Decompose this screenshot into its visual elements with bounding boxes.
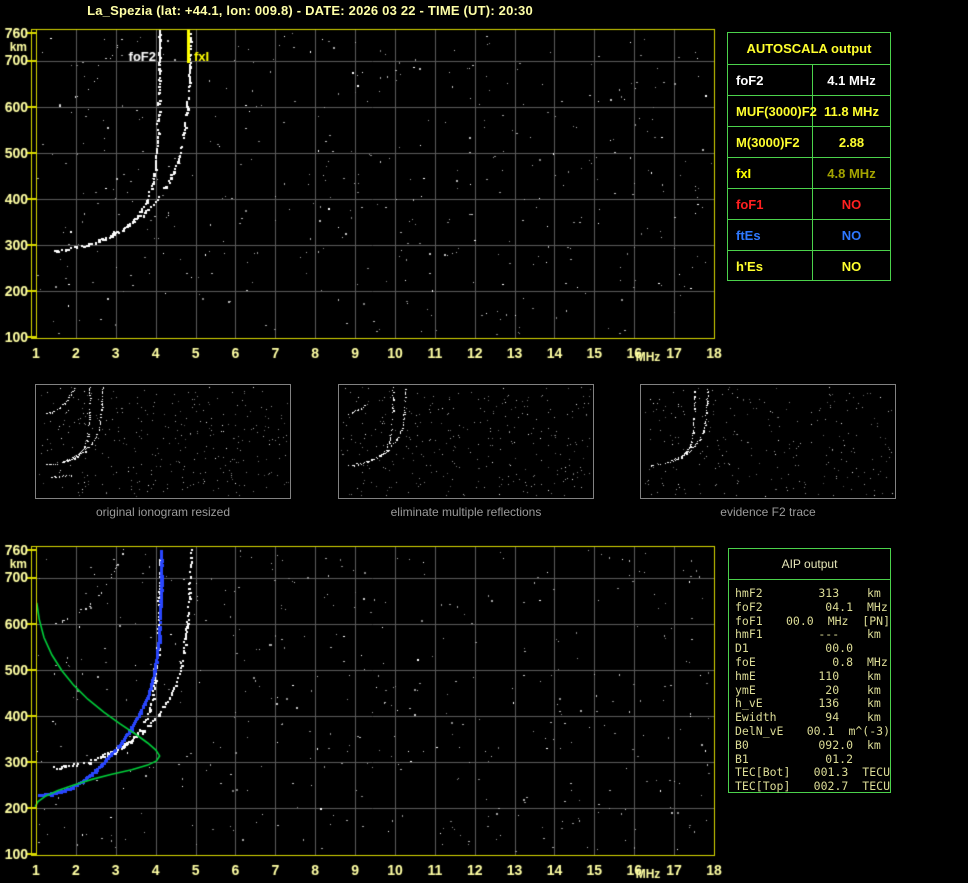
autoscala-table-title: AUTOSCALA output: [746, 41, 872, 56]
table-row: ymE 20 km: [735, 682, 890, 698]
thumbnail-original-ionogram: [35, 384, 291, 499]
table-row: B1 01.2: [735, 751, 890, 767]
row-label: fxI: [728, 158, 813, 188]
row-unit: TECU: [862, 779, 890, 794]
row-unit: [853, 753, 867, 767]
page-title: La_Spezia (lat: +44.1, lon: 009.8) - DAT…: [87, 3, 533, 18]
row-value: ---: [818, 627, 853, 642]
row-label: foE: [735, 654, 756, 669]
thumbnail-evidence-f2-trace: [640, 384, 896, 499]
row-unit: km: [867, 627, 881, 642]
row-unit: TECU: [862, 765, 890, 780]
autoscala-screen: { "header": { "title": "La_Spezia (lat: …: [0, 0, 968, 883]
thumbnail-caption-evidence: evidence F2 trace: [720, 505, 816, 519]
row-unit: km: [867, 710, 881, 725]
table-row: TEC[Top] 002.7 TECU: [735, 779, 890, 794]
table-row: D1 00.0: [735, 641, 890, 656]
row-unit: MHz: [867, 599, 888, 614]
row-label: Ewidth: [735, 710, 777, 725]
row-unit: km: [867, 737, 881, 752]
table-row: foE 0.8 MHz: [735, 654, 890, 670]
row-unit: [853, 642, 867, 656]
thumbnail-caption-original: original ionogram resized: [95, 505, 231, 519]
autoscala-table-rows: foF2 4.1 MHz MUF(3000)F2 11.8 MHz M(3000)F2 2…: [728, 64, 890, 281]
row-value: 136: [818, 696, 853, 711]
row-value: 0.8: [832, 654, 853, 669]
row-value: 00.0: [825, 641, 853, 656]
row-unit: MHz [PN]: [827, 613, 890, 628]
row-label: hmF1: [735, 627, 763, 642]
row-value: 313: [818, 586, 853, 600]
row-value: NO: [841, 258, 862, 274]
aip-table: AIP output hmF2 313 km foF2 04.1 MHz foF1 00.0…: [728, 548, 891, 793]
table-row: foF2 4.1 MHz: [728, 64, 890, 95]
row-unit: m^(-3): [848, 723, 890, 738]
row-value: NO: [841, 227, 862, 243]
row-value: 04.1: [825, 599, 853, 614]
table-row: foF1 NO: [728, 188, 890, 219]
row-label: foF1: [735, 613, 763, 628]
thumbnail-eliminate-reflections: [338, 384, 594, 499]
table-row: DelN_vE 00.1 m^(-3): [735, 723, 890, 739]
row-unit: km: [867, 682, 881, 697]
row-unit: km: [867, 696, 881, 711]
row-value: 20: [825, 682, 853, 697]
row-label: D1: [735, 641, 749, 656]
row-value: 092.0: [818, 737, 853, 752]
row-value: 4.8 MHz: [827, 165, 876, 181]
table-row: foF1 00.0 MHz [PN]: [735, 613, 890, 629]
row-label: hmE: [735, 668, 756, 683]
bottom-ionogram-chart: [0, 542, 730, 883]
table-row: hmF2 313 km: [735, 586, 890, 601]
table-row: fxI 4.8 MHz: [728, 157, 890, 188]
row-label: ymE: [735, 682, 756, 697]
row-value: 4.1 MHz: [827, 72, 876, 88]
row-unit: km: [867, 668, 881, 683]
table-row: TEC[Bot] 001.3 TECU: [735, 766, 890, 780]
top-ionogram-chart: [0, 25, 730, 375]
table-row: ftEs NO: [728, 219, 890, 250]
row-label: TEC[Top]: [735, 779, 791, 794]
row-label: DelN_vE: [735, 723, 784, 738]
table-row: h_vE 136 km: [735, 697, 890, 711]
table-row: MUF(3000)F2 11.8 MHz: [728, 95, 890, 126]
row-unit: MHz: [867, 654, 888, 669]
table-row: h'Es NO: [728, 250, 890, 281]
row-value: NO: [841, 196, 862, 212]
row-value: 11.8 MHz: [824, 103, 879, 119]
row-label: MUF(3000)F2: [728, 96, 817, 126]
row-label: h'Es: [728, 251, 813, 281]
row-label: hmF2: [735, 586, 763, 600]
row-value: 110: [818, 668, 853, 683]
row-label: h_vE: [735, 696, 763, 711]
table-row: hmF1 --- km: [735, 628, 890, 642]
row-value: 94: [825, 710, 853, 725]
row-value: 001.3: [813, 765, 849, 780]
row-label: TEC[Bot]: [735, 765, 791, 780]
thumbnail-caption-eliminate: eliminate multiple reflections: [390, 505, 542, 519]
row-label: B0: [735, 737, 749, 752]
table-row: M(3000)F2 2.88: [728, 126, 890, 157]
aip-table-title: AIP output: [729, 549, 890, 580]
row-value: 00.0: [785, 613, 814, 628]
row-label: foF1: [728, 189, 813, 219]
row-value: 01.2: [825, 751, 853, 766]
row-value: 2.88: [838, 134, 865, 150]
table-row: foF2 04.1 MHz: [735, 599, 890, 615]
row-value: 00.1: [806, 723, 835, 738]
aip-table-rows: hmF2 313 km foF2 04.1 MHz foF1 00.0 MHz [PN] hmF…: [729, 580, 890, 794]
row-label: foF2: [728, 65, 813, 95]
row-label: ftEs: [728, 220, 813, 250]
autoscala-table: AUTOSCALA output foF2 4.1 MHz MUF(3000)F2 1…: [727, 32, 891, 281]
row-unit: km: [867, 586, 881, 600]
row-label: foF2: [735, 599, 763, 614]
table-row: Ewidth 94 km: [735, 710, 890, 725]
table-row: B0 092.0 km: [735, 737, 890, 753]
row-value: 002.7: [813, 779, 849, 794]
row-label: M(3000)F2: [728, 127, 813, 157]
table-row: hmE 110 km: [735, 668, 890, 684]
row-label: B1: [735, 751, 749, 766]
